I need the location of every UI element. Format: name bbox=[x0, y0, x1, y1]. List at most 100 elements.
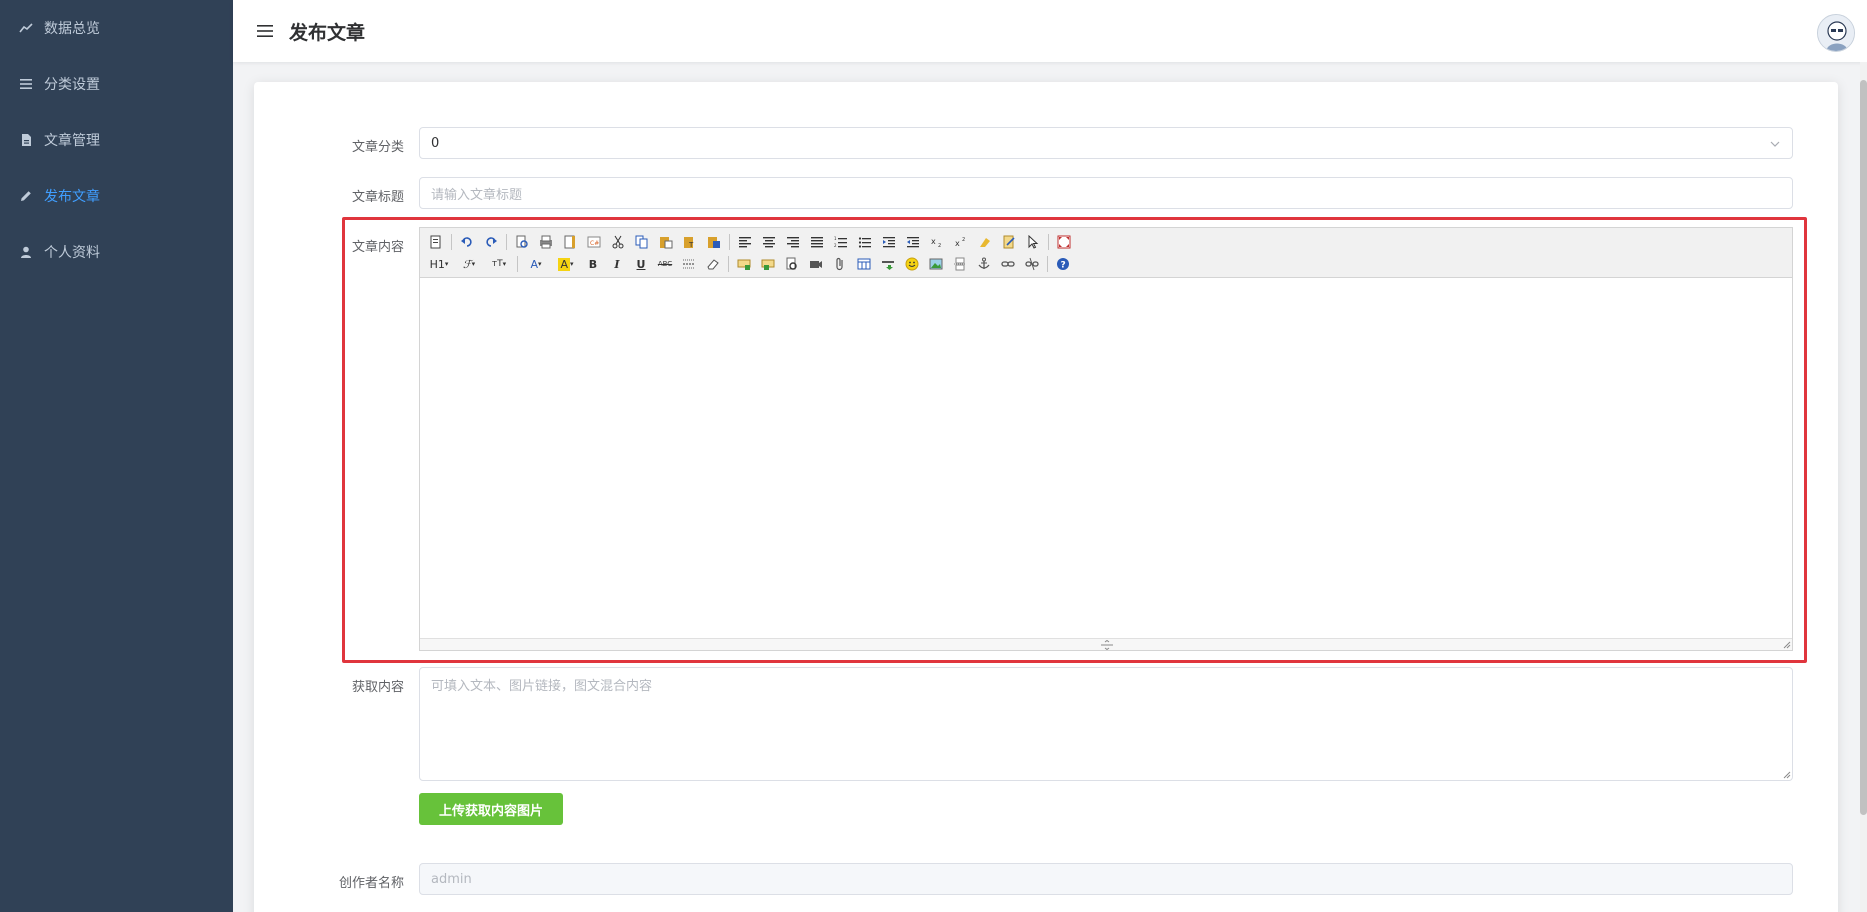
undo-icon[interactable] bbox=[457, 232, 477, 252]
resize-handle-icon[interactable] bbox=[1100, 640, 1114, 650]
page-break-icon[interactable] bbox=[950, 254, 970, 274]
svg-text:2: 2 bbox=[834, 243, 837, 248]
user-icon bbox=[18, 244, 34, 260]
insert-hr-icon[interactable] bbox=[878, 254, 898, 274]
align-right-icon[interactable] bbox=[783, 232, 803, 252]
search-replace-icon[interactable] bbox=[782, 254, 802, 274]
strikethrough-icon[interactable]: ABC bbox=[655, 254, 675, 274]
help-icon[interactable]: ? bbox=[1053, 254, 1073, 274]
link-icon[interactable] bbox=[998, 254, 1018, 274]
print-icon[interactable] bbox=[536, 232, 556, 252]
font-color-icon[interactable]: A ▾ bbox=[523, 254, 549, 274]
image-icon[interactable] bbox=[926, 254, 946, 274]
sidebar-item-publish[interactable]: 发布文章 bbox=[0, 168, 233, 224]
sidebar-item-dashboard[interactable]: 数据总览 bbox=[0, 0, 233, 56]
emoji-icon[interactable] bbox=[902, 254, 922, 274]
editor-content-area[interactable] bbox=[420, 278, 1792, 638]
svg-text:x: x bbox=[931, 237, 936, 246]
redo-icon[interactable] bbox=[481, 232, 501, 252]
form-card: 文章分类 0 文章标题 请输入文章标题 文章内容 C# T 1 2 x 2 x … bbox=[254, 82, 1838, 912]
underline-icon[interactable]: U bbox=[631, 254, 651, 274]
fetch-textarea[interactable]: 可填入文本、图片链接，图文混合内容 bbox=[419, 667, 1793, 781]
svg-text:C#: C# bbox=[590, 240, 599, 247]
author-label: 创作者名称 bbox=[338, 876, 404, 891]
edit-pen-icon bbox=[18, 188, 34, 204]
toolbar-separator bbox=[1048, 234, 1049, 250]
toolbar-separator bbox=[451, 234, 452, 250]
paste-icon[interactable] bbox=[656, 232, 676, 252]
category-select-value: 0 bbox=[431, 135, 440, 151]
bold-icon[interactable]: B bbox=[583, 254, 603, 274]
code-block-icon[interactable]: C# bbox=[584, 232, 604, 252]
insert-row-icon[interactable] bbox=[734, 254, 754, 274]
svg-text:T: T bbox=[688, 241, 694, 249]
toolbar-separator bbox=[506, 234, 507, 250]
font-family-icon[interactable]: ℱ ▾ bbox=[456, 254, 482, 274]
resize-corner-icon[interactable] bbox=[1783, 641, 1791, 649]
document-icon bbox=[18, 132, 34, 148]
horizontal-rule-icon[interactable] bbox=[679, 254, 699, 274]
editor-resize-bar[interactable] bbox=[420, 638, 1792, 650]
clear-format-icon[interactable] bbox=[975, 232, 995, 252]
sidebar-item-label: 文章管理 bbox=[44, 133, 100, 149]
paste-word-icon[interactable] bbox=[704, 232, 724, 252]
author-input-value: admin bbox=[431, 871, 472, 887]
category-label: 文章分类 bbox=[351, 140, 404, 155]
cut-icon[interactable] bbox=[608, 232, 628, 252]
content-label: 文章内容 bbox=[351, 240, 404, 255]
font-size-icon[interactable]: тT ▾ bbox=[486, 254, 512, 274]
trend-chart-icon bbox=[18, 20, 34, 36]
pointer-icon[interactable] bbox=[1023, 232, 1043, 252]
fullscreen-icon[interactable] bbox=[1054, 232, 1074, 252]
title-input[interactable]: 请输入文章标题 bbox=[419, 177, 1793, 209]
source-code-icon[interactable] bbox=[426, 232, 446, 252]
align-left-icon[interactable] bbox=[735, 232, 755, 252]
preview-icon[interactable] bbox=[512, 232, 532, 252]
outdent-icon[interactable] bbox=[903, 232, 923, 252]
unlink-icon[interactable] bbox=[1022, 254, 1042, 274]
anchor-icon[interactable] bbox=[974, 254, 994, 274]
title-label: 文章标题 bbox=[351, 190, 404, 205]
toolbar-row-2: H1 ▾ ℱ ▾ тT ▾ A ▾ A ▾ B I U ABC ? bbox=[426, 253, 1786, 275]
sidebar-item-articles[interactable]: 文章管理 bbox=[0, 112, 233, 168]
subscript-icon[interactable]: x2 bbox=[927, 232, 947, 252]
highlight-color-icon[interactable]: A ▾ bbox=[553, 254, 579, 274]
paste-text-icon[interactable]: T bbox=[680, 232, 700, 252]
template-icon[interactable] bbox=[560, 232, 580, 252]
toolbar-row-1: C# T 12 x2 x2 bbox=[426, 231, 1786, 253]
italic-icon[interactable]: I bbox=[607, 254, 627, 274]
sidebar-item-categories[interactable]: 分类设置 bbox=[0, 56, 233, 112]
resize-corner-icon[interactable] bbox=[1783, 771, 1791, 779]
copy-icon[interactable] bbox=[632, 232, 652, 252]
sidebar-item-label: 数据总览 bbox=[44, 21, 100, 37]
svg-text:2: 2 bbox=[938, 243, 941, 249]
align-justify-icon[interactable] bbox=[807, 232, 827, 252]
unordered-list-icon[interactable] bbox=[855, 232, 875, 252]
table-icon[interactable] bbox=[854, 254, 874, 274]
svg-text:?: ? bbox=[1061, 261, 1066, 271]
scrollbar-thumb[interactable] bbox=[1860, 80, 1867, 815]
insert-col-icon[interactable] bbox=[758, 254, 778, 274]
chevron-down-icon bbox=[1770, 138, 1780, 148]
eraser-icon[interactable] bbox=[703, 254, 723, 274]
sidebar-item-profile[interactable]: 个人资料 bbox=[0, 224, 233, 280]
superscript-icon[interactable]: x2 bbox=[951, 232, 971, 252]
sidebar: 数据总览 分类设置 文章管理 发布文章 个人资料 bbox=[0, 0, 233, 912]
attachment-icon[interactable] bbox=[830, 254, 850, 274]
rich-text-editor[interactable]: C# T 12 x2 x2 H1 ▾ ℱ ▾ тT ▾ A ▾ A ▾ B I … bbox=[419, 227, 1793, 651]
video-icon[interactable] bbox=[806, 254, 826, 274]
ordered-list-icon[interactable]: 12 bbox=[831, 232, 851, 252]
heading-dropdown[interactable]: H1 ▾ bbox=[426, 254, 452, 274]
align-center-icon[interactable] bbox=[759, 232, 779, 252]
avatar[interactable] bbox=[1817, 14, 1855, 52]
indent-icon[interactable] bbox=[879, 232, 899, 252]
svg-text:2: 2 bbox=[962, 237, 965, 243]
title-input-placeholder: 请输入文章标题 bbox=[431, 187, 523, 203]
select-all-icon[interactable] bbox=[999, 232, 1019, 252]
category-select[interactable]: 0 bbox=[419, 127, 1793, 159]
toolbar-separator bbox=[517, 256, 518, 272]
sidebar-item-label: 个人资料 bbox=[44, 245, 100, 261]
upload-content-image-button[interactable]: 上传获取内容图片 bbox=[419, 793, 563, 825]
hamburger-icon[interactable] bbox=[255, 21, 275, 41]
editor-toolbar: C# T 12 x2 x2 H1 ▾ ℱ ▾ тT ▾ A ▾ A ▾ B I … bbox=[420, 228, 1792, 278]
